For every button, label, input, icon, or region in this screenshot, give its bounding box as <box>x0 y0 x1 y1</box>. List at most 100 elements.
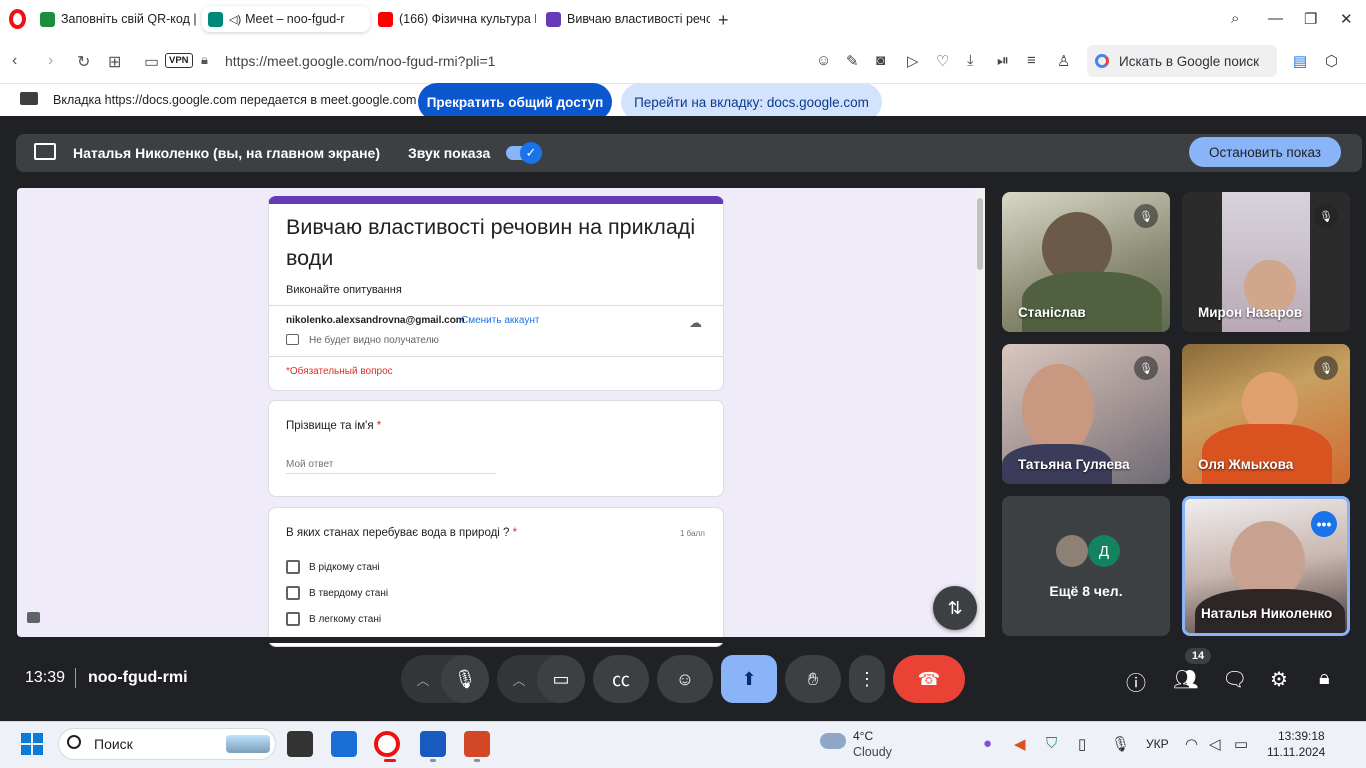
minimize-icon[interactable]: — <box>1268 10 1283 27</box>
checkbox-option[interactable] <box>286 586 300 600</box>
captions-button[interactable]: ㏄ <box>593 655 649 703</box>
more-participants-tile[interactable]: Д Ещё 8 чел. <box>1002 496 1170 636</box>
stop-presenting-button[interactable]: Остановить показ <box>1189 137 1341 167</box>
host-controls-icon[interactable]: 🔒︎ <box>1319 667 1330 690</box>
search-highlight-image <box>226 735 270 753</box>
tab-youtube[interactable]: (166) Фізична культура Н <box>372 6 536 32</box>
vpn-badge[interactable]: VPN <box>165 53 193 68</box>
extensions-icon[interactable]: ⬡ <box>1325 52 1338 70</box>
edit-icon[interactable]: ✎ <box>846 52 859 70</box>
emoji-toolbar-icon[interactable]: ☺ <box>816 52 831 69</box>
mic-button[interactable]: 🎙︎ <box>441 655 489 703</box>
speaker-mute-icon[interactable]: ◀ <box>1014 735 1026 753</box>
microsoft-store-icon[interactable] <box>331 731 357 757</box>
weather-temperature[interactable]: 4°C <box>853 729 873 743</box>
profile-icon[interactable]: ♙ <box>1057 52 1070 70</box>
checkbox-option[interactable] <box>286 612 300 626</box>
close-icon[interactable]: ✕ <box>1340 10 1353 28</box>
heart-icon[interactable]: ♡ <box>936 52 949 70</box>
volume-icon[interactable]: ◁ <box>1209 735 1221 753</box>
swap-icon: ⇅ <box>947 597 963 618</box>
people-icon[interactable]: 👥︎ <box>1173 667 1198 692</box>
cloud-save-icon: ☁ <box>689 315 702 330</box>
back-icon[interactable]: ‹ <box>12 52 17 70</box>
forward-icon[interactable]: › <box>48 52 53 70</box>
microphone-tray-icon[interactable]: 🎙︎ <box>1111 735 1130 753</box>
security-shield-icon[interactable]: ⛉ <box>1046 735 1057 752</box>
participant-tile[interactable]: 🎙︎ Татьяна Гуляева <box>1002 344 1170 484</box>
screen-share-icon <box>20 92 38 105</box>
camera-icon: ▭ <box>552 668 570 689</box>
usb-icon[interactable]: ▯ <box>1078 735 1086 753</box>
screen-bottom-mask <box>17 637 985 643</box>
raise-hand-button[interactable]: ✋︎ <box>785 655 841 703</box>
switch-account-link[interactable]: Сменить аккаунт <box>461 315 539 326</box>
lock-icon[interactable]: 🔒︎ <box>201 52 208 68</box>
player-icon[interactable]: ⏯ <box>997 52 1009 69</box>
chat-icon[interactable]: 🗨︎ <box>1222 667 1247 692</box>
camera-button[interactable]: ▭ <box>537 655 585 703</box>
tab-qr-code[interactable]: Заповніть свій QR-код | C <box>34 6 198 32</box>
windows-start-icon[interactable] <box>21 733 43 755</box>
cloudy-weather-icon[interactable] <box>820 733 846 749</box>
question-label: В яких станах перебуває вода в природі ?… <box>286 527 518 539</box>
tab-forms[interactable]: Вивчаю властивості речо <box>540 6 710 32</box>
new-tab-icon[interactable]: + <box>718 10 729 31</box>
opera-logo-icon[interactable] <box>9 9 26 29</box>
app-indicator <box>430 759 436 762</box>
wifi-icon[interactable]: ◠ <box>1185 735 1198 753</box>
participant-video <box>1022 364 1094 454</box>
more-horiz-icon[interactable]: ••• <box>1311 511 1337 537</box>
check-icon[interactable]: ✓ <box>520 142 542 164</box>
reactions-button[interactable]: ☺ <box>657 655 713 703</box>
clock-time[interactable]: 13:39:18 <box>1278 729 1325 743</box>
form-title: Вивчаю властивості речовин на прикладі в… <box>286 215 696 270</box>
download-icon[interactable]: ⤓ <box>967 52 974 69</box>
send-icon[interactable]: ▷ <box>907 52 919 70</box>
participant-video <box>1022 272 1162 332</box>
youtube-favicon-icon <box>378 11 393 27</box>
checkbox-option[interactable] <box>286 560 300 574</box>
tabs-grid-icon[interactable]: ⊞ <box>108 52 121 72</box>
google-search-input[interactable]: Искать в Google поиск <box>1087 45 1277 77</box>
viber-icon[interactable]: ● <box>983 735 992 752</box>
leave-call-button[interactable]: ☎ <box>893 655 965 703</box>
more-options-button[interactable]: ⋮ <box>849 655 885 703</box>
participant-tile[interactable]: 🎙︎ Мирон Назаров <box>1182 192 1350 332</box>
question-points: 1 балл <box>680 529 705 538</box>
maximize-icon[interactable]: ❐ <box>1304 10 1317 28</box>
meeting-info-icon[interactable]: ⓘ <box>1126 667 1146 696</box>
participant-tile[interactable]: 🎙︎ Оля Жмыхова <box>1182 344 1350 484</box>
powerpoint-icon[interactable] <box>464 731 490 757</box>
opera-taskbar-icon[interactable] <box>374 731 400 757</box>
keyboard-language[interactable]: УКР <box>1146 737 1169 751</box>
word-icon[interactable] <box>420 731 446 757</box>
self-tile[interactable]: ••• Наталья Николенко <box>1182 496 1350 636</box>
activities-icon[interactable]: ⚙︎ <box>1270 667 1288 692</box>
url-field[interactable]: https://meet.google.com/noo-fgud-rmi?pli… <box>225 53 495 69</box>
search-tabs-icon[interactable]: ⌕ <box>1231 10 1239 27</box>
sidebar-panel-icon[interactable]: ▤ <box>1293 52 1307 70</box>
camera-page-icon[interactable]: ▭ <box>144 52 159 72</box>
google-icon <box>1095 54 1109 68</box>
swap-layout-button[interactable]: ⇅ <box>933 586 977 630</box>
mic-options-chevron-icon[interactable]: ︿ <box>405 655 441 703</box>
battery-icon[interactable]: ▭ <box>1234 735 1248 753</box>
tab-islands-icon[interactable]: ≡ <box>1027 52 1036 69</box>
camera-options-chevron-icon[interactable]: ︿ <box>501 655 537 703</box>
short-answer-input[interactable]: Мой ответ <box>286 459 333 470</box>
weather-description[interactable]: Cloudy <box>853 745 892 759</box>
present-button[interactable]: ⬆ <box>721 655 777 703</box>
snapshot-icon[interactable]: ◙ <box>876 52 885 69</box>
participant-tile[interactable]: 🎙︎ Станіслав <box>1002 192 1170 332</box>
mic-off-icon: 🎙︎ <box>1134 204 1158 228</box>
scrollbar-thumb[interactable] <box>977 198 983 270</box>
clock-date[interactable]: 11.11.2024 <box>1267 745 1325 759</box>
feedback-icon[interactable] <box>27 612 40 623</box>
presentation-audio-label: Звук показа <box>408 145 491 161</box>
task-view-icon[interactable] <box>287 731 313 757</box>
forms-favicon-icon <box>546 11 561 27</box>
tab-meet[interactable]: ◁) Meet – noo-fgud-r <box>202 6 370 32</box>
reload-icon[interactable]: ↻ <box>77 52 90 72</box>
more-participants-label: Ещё 8 чел. <box>1049 583 1123 599</box>
